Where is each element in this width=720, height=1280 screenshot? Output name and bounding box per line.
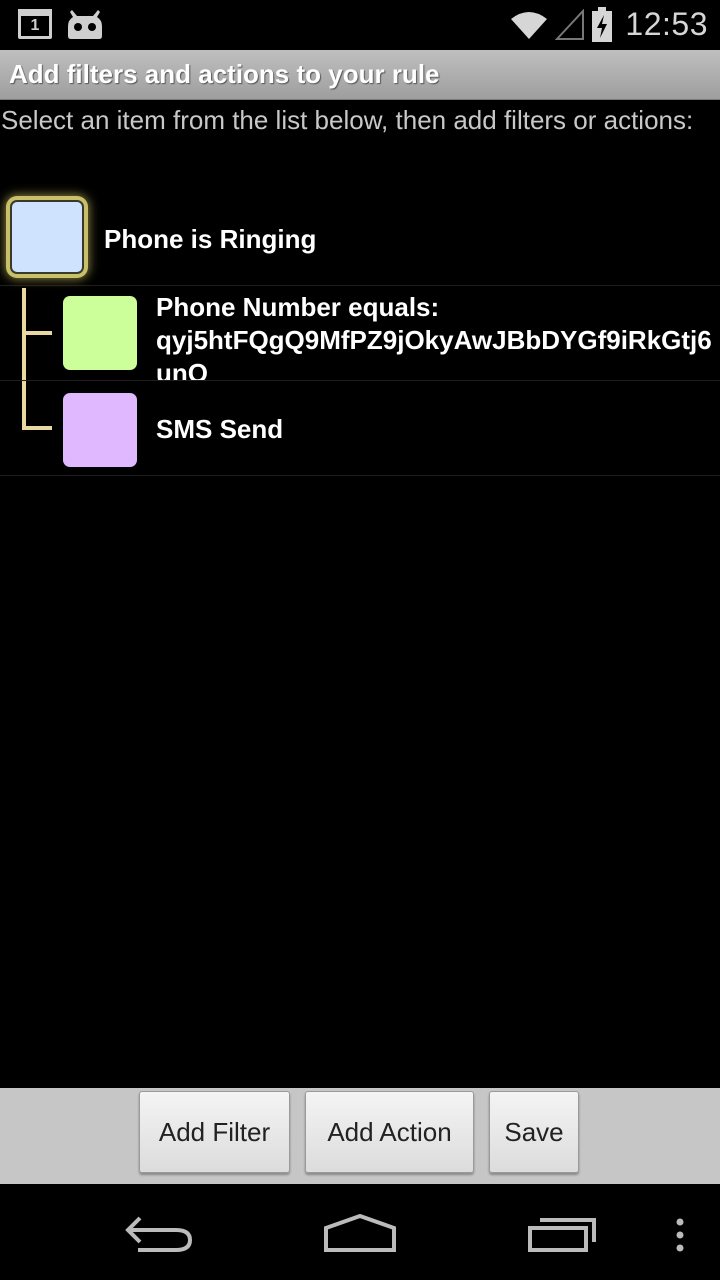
trigger-color-swatch: [10, 200, 84, 274]
status-bar: 1 12:53: [0, 0, 720, 50]
overflow-menu-icon[interactable]: [674, 1218, 686, 1252]
calendar-day-number: 1: [30, 17, 40, 34]
add-action-button[interactable]: Add Action: [305, 1091, 474, 1173]
action-color-swatch: [63, 393, 137, 467]
title-bar: Add filters and actions to your rule: [0, 50, 720, 100]
recent-apps-icon[interactable]: [526, 1216, 598, 1254]
tree-item-value: qyj5htFQgQ9MfPZ9jOkyAwJBbDYGf9iRkGtj6: [156, 325, 712, 355]
back-icon[interactable]: [124, 1214, 194, 1254]
tree-item-phone-is-ringing[interactable]: Phone is Ringing: [0, 190, 720, 286]
page-title: Add filters and actions to your rule: [9, 59, 440, 89]
tree-item-phone-number-filter[interactable]: Phone Number equals: qyj5htFQgQ9MfPZ9jOk…: [0, 286, 720, 381]
navigation-bar: [0, 1184, 720, 1280]
tree-item-label: Phone Number equals:: [156, 292, 440, 322]
filter-color-swatch: [63, 296, 137, 370]
button-bar: Add Filter Add Action Save: [0, 1088, 720, 1184]
tree-item-label: Phone is Ringing: [104, 224, 317, 254]
clock: 12:53: [625, 6, 708, 42]
battery-charging-icon: [592, 6, 613, 42]
cell-signal-icon: [555, 8, 585, 40]
calendar-icon: 1: [18, 9, 52, 39]
save-button[interactable]: Save: [489, 1091, 579, 1173]
home-icon[interactable]: [322, 1214, 398, 1254]
tree-item-label: SMS Send: [156, 414, 284, 444]
tree-item-value-cont: unO: [156, 358, 208, 381]
add-filter-button[interactable]: Add Filter: [139, 1091, 290, 1173]
tree-item-sms-send[interactable]: SMS Send: [0, 381, 720, 476]
instructions-text: Select an item from the list below, then…: [1, 105, 694, 135]
wifi-icon: [511, 11, 548, 39]
cyanogen-bot-icon: [68, 10, 102, 39]
